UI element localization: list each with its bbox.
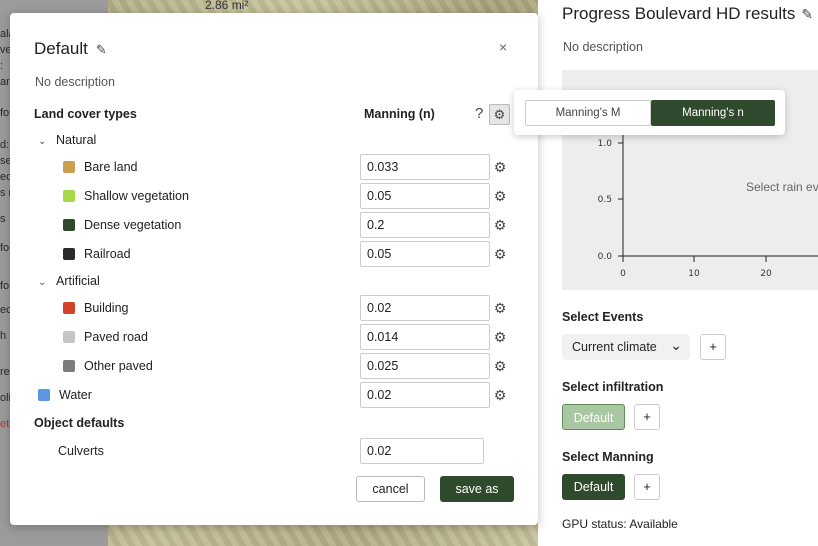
gpu-status: GPU status: Available: [562, 517, 678, 531]
manning-value-input[interactable]: [360, 324, 490, 350]
land-cover-label: Dense vegetation: [84, 218, 182, 232]
object-defaults-header: Object defaults: [34, 416, 125, 430]
color-swatch: [63, 190, 75, 202]
color-swatch: [63, 248, 75, 260]
manning-value-input[interactable]: [360, 154, 490, 180]
select-events-label: Select Events: [562, 310, 644, 324]
infiltration-default-button[interactable]: Default: [562, 404, 625, 430]
color-swatch: [63, 219, 75, 231]
gear-icon[interactable]: ⚙: [492, 358, 508, 374]
results-title-row: Progress Boulevard HD results ✎: [562, 4, 813, 24]
color-swatch: [63, 302, 75, 314]
add-manning-button[interactable]: +: [634, 474, 660, 500]
manning-value-input[interactable]: [360, 382, 490, 408]
select-infiltration-label: Select infiltration: [562, 380, 664, 394]
culverts-value-input[interactable]: [360, 438, 484, 464]
manning-value-input[interactable]: [360, 183, 490, 209]
gear-icon[interactable]: ⚙: [489, 104, 510, 125]
group-artificial[interactable]: ⌄ Artificial: [38, 274, 100, 288]
y-tick-label: 0.5: [598, 195, 612, 205]
manning-value-input[interactable]: [360, 353, 490, 379]
add-infiltration-button[interactable]: +: [634, 404, 660, 430]
color-swatch: [63, 161, 75, 173]
save-as-button[interactable]: save as: [440, 476, 514, 502]
manning-unit-popover: Manning's M Manning's n: [514, 90, 785, 135]
cancel-button[interactable]: cancel: [356, 476, 425, 502]
manning-value-input[interactable]: [360, 212, 490, 238]
gear-icon[interactable]: ⚙: [492, 188, 508, 204]
events-dropdown[interactable]: Current climate ⌄: [562, 334, 690, 360]
chevron-down-icon: ⌄: [38, 136, 47, 147]
color-swatch: [63, 331, 75, 343]
dialog-description: No description: [35, 75, 115, 89]
add-event-button[interactable]: +: [700, 334, 726, 360]
close-icon[interactable]: ×: [499, 39, 507, 55]
land-cover-label: Water: [59, 388, 92, 402]
land-cover-header: Land cover types: [34, 107, 137, 121]
results-title: Progress Boulevard HD results: [562, 4, 796, 23]
gear-icon[interactable]: ⚙: [492, 300, 508, 316]
manning-default-button[interactable]: Default: [562, 474, 625, 500]
dialog-title-row: Default ✎: [34, 39, 107, 59]
group-label: Natural: [56, 133, 97, 147]
land-cover-label: Other paved: [84, 359, 153, 373]
dialog-title: Default: [34, 39, 88, 58]
land-cover-label: Building: [84, 301, 129, 315]
gear-icon[interactable]: ⚙: [492, 217, 508, 233]
events-dropdown-value: Current climate: [572, 340, 657, 354]
color-swatch: [63, 360, 75, 372]
land-cover-label: Railroad: [84, 247, 131, 261]
area-label: 2.86 mi²: [205, 0, 249, 12]
group-natural[interactable]: ⌄ Natural: [38, 133, 96, 147]
results-description: No description: [563, 40, 643, 54]
y-tick-label: 0.0: [598, 252, 613, 262]
y-tick-label: 1.0: [598, 139, 613, 149]
gear-icon[interactable]: ⚙: [492, 159, 508, 175]
land-cover-label: Paved road: [84, 330, 148, 344]
results-panel: Progress Boulevard HD results ✎ No descri…: [538, 0, 818, 546]
gear-icon[interactable]: ⚙: [492, 246, 508, 262]
land-cover-label: Bare land: [84, 160, 138, 174]
edit-pencil-icon[interactable]: ✎: [96, 42, 107, 57]
manning-edit-dialog: Default ✎ × No description Land cover typ…: [10, 13, 538, 525]
culverts-label: Culverts: [58, 444, 104, 458]
help-icon[interactable]: ?: [475, 105, 483, 122]
chevron-down-icon: ⌄: [38, 277, 47, 288]
x-tick-label: 10: [688, 269, 700, 279]
manning-header: Manning (n): [364, 107, 435, 121]
manning-m-option[interactable]: Manning's M: [525, 100, 651, 126]
land-cover-label: Shallow vegetation: [84, 189, 189, 203]
manning-n-option[interactable]: Manning's n: [651, 100, 775, 126]
gear-icon[interactable]: ⚙: [492, 329, 508, 345]
chevron-down-icon: ⌄: [670, 337, 682, 353]
manning-value-input[interactable]: [360, 241, 490, 267]
select-manning-label: Select Manning: [562, 450, 654, 464]
x-tick-label: 20: [760, 269, 772, 279]
color-swatch: [38, 389, 50, 401]
group-label: Artificial: [56, 274, 100, 288]
manning-value-input[interactable]: [360, 295, 490, 321]
edit-pencil-icon[interactable]: ✎: [801, 6, 813, 22]
chart-empty-message: Select rain ev: [746, 180, 818, 194]
x-tick-label: 0: [620, 269, 626, 279]
gear-icon[interactable]: ⚙: [492, 387, 508, 403]
